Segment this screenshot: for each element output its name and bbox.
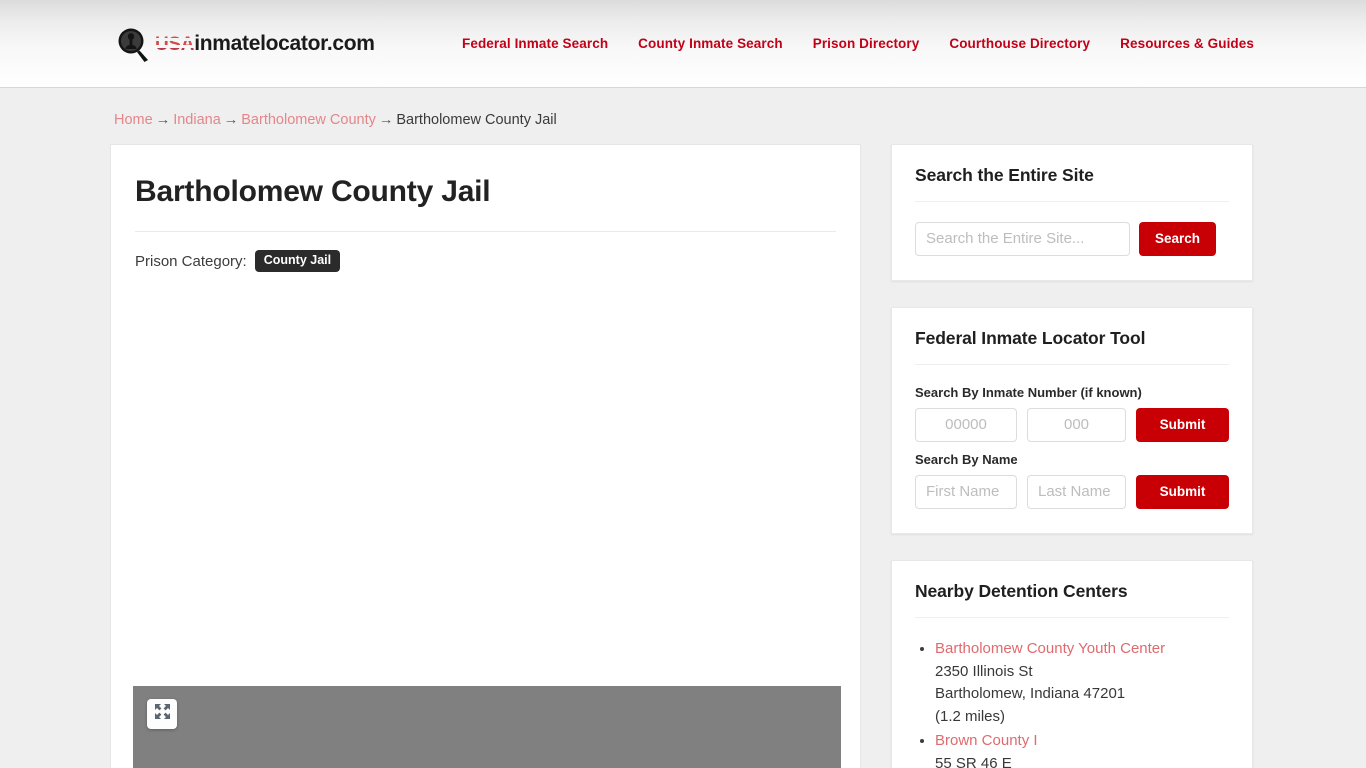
widget-federal-inmate-locator: Federal Inmate Locator Tool Search By In… — [891, 306, 1253, 534]
last-name-input[interactable] — [1027, 474, 1126, 509]
first-name-input[interactable] — [915, 474, 1017, 509]
nearby-facility-distance: (1.2 miles) — [935, 707, 1006, 725]
nearby-list: Bartholomew County Youth Center 2350 Ill… — [915, 638, 1229, 768]
fullscreen-expand-icon — [154, 703, 171, 725]
inmate-number-part1-input[interactable] — [915, 407, 1017, 442]
site-search-title: Search the Entire Site — [915, 164, 1094, 185]
list-item: Brown County I 55 SR 46 E Brown, Indiana… — [935, 730, 1229, 768]
federal-tool-title: Federal Inmate Locator Tool — [915, 327, 1146, 348]
breadcrumb: Home → Indiana → Bartholomew County → Bartholo… — [110, 104, 1256, 144]
prison-category-label: Prison Category: — [135, 252, 247, 270]
site-search-button[interactable]: Search — [1139, 221, 1217, 256]
page-title: Bartholomew County Jail — [135, 174, 491, 208]
breadcrumb-separator: → — [378, 112, 394, 128]
title-divider — [135, 231, 836, 233]
nearby-facility-street: 55 SR 46 E — [935, 754, 1012, 768]
nearby-facility-link[interactable]: Brown County I — [935, 732, 1038, 749]
prison-category-badge[interactable]: County Jail — [254, 250, 341, 272]
widget-divider — [915, 616, 1229, 618]
search-by-name-label: Search By Name — [915, 451, 1018, 467]
logo-usa-text: USA — [155, 34, 195, 55]
widget-divider — [915, 200, 1229, 202]
nav-resources-guides[interactable]: Resources & Guides — [1120, 36, 1254, 51]
nav-prison-directory[interactable]: Prison Directory — [813, 36, 920, 51]
nearby-facility-citystate: Bartholomew, Indiana 47201 — [935, 685, 1126, 703]
prison-category-row: Prison Category: County Jail — [135, 250, 836, 272]
breadcrumb-indiana[interactable]: Indiana — [173, 112, 221, 128]
sidebar: Search the Entire Site Search Federal In… — [891, 143, 1253, 768]
widget-nearby-detention-centers: Nearby Detention Centers Bartholomew Cou… — [891, 559, 1253, 768]
nearby-facility-link[interactable]: Bartholomew County Youth Center — [935, 640, 1165, 657]
breadcrumb-separator: → — [155, 112, 171, 128]
nav-federal-inmate-search[interactable]: Federal Inmate Search — [462, 36, 608, 51]
widget-site-search: Search the Entire Site Search — [891, 143, 1253, 281]
nav-courthouse-directory[interactable]: Courthouse Directory — [949, 36, 1090, 51]
site-header: USAinmatelocator.com Federal Inmate Sear… — [0, 0, 1366, 88]
map-fullscreen-button[interactable] — [147, 698, 177, 729]
breadcrumb-separator: → — [223, 112, 239, 128]
inmate-number-label: Search By Inmate Number (if known) — [915, 384, 1142, 400]
nearby-facility-street: 2350 Illinois St — [935, 662, 1033, 680]
logo-text: USAinmatelocator.com — [155, 33, 375, 54]
site-search-input[interactable] — [915, 221, 1130, 256]
main-content-card: Bartholomew County Jail Prison Category:… — [110, 143, 861, 768]
inmate-number-row: Submit — [915, 407, 1229, 442]
content-gap — [135, 272, 836, 686]
site-search-row: Search — [915, 221, 1229, 256]
inmate-name-submit-button[interactable]: Submit — [1136, 474, 1229, 509]
main-navigation: Federal Inmate Search County Inmate Sear… — [462, 36, 1256, 51]
inmate-number-submit-button[interactable]: Submit — [1136, 407, 1229, 442]
nearby-title: Nearby Detention Centers — [915, 580, 1128, 601]
map-viewport[interactable] — [133, 685, 841, 768]
site-logo[interactable]: USAinmatelocator.com — [114, 26, 375, 62]
logo-domain-text: inmatelocator.com — [194, 32, 375, 55]
breadcrumb-bartholomew-county[interactable]: Bartholomew County — [241, 112, 376, 128]
magnifier-person-icon — [114, 26, 156, 62]
list-item: Bartholomew County Youth Center 2350 Ill… — [935, 638, 1229, 728]
widget-divider — [915, 363, 1229, 365]
breadcrumb-home[interactable]: Home — [114, 112, 153, 128]
inmate-name-row: Submit — [915, 474, 1229, 509]
inmate-number-part2-input[interactable] — [1027, 407, 1126, 442]
breadcrumb-current: Bartholomew County Jail — [396, 112, 557, 128]
nav-county-inmate-search[interactable]: County Inmate Search — [638, 36, 783, 51]
